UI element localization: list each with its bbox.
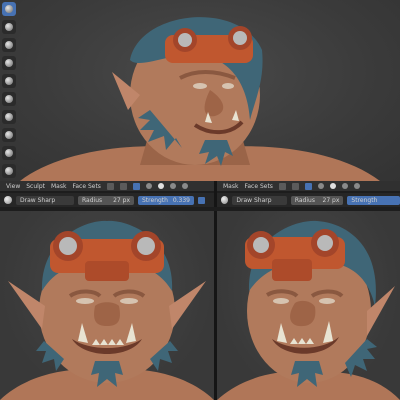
menu-mask[interactable]: Mask xyxy=(51,183,66,190)
strength-label: Strength xyxy=(142,196,168,204)
strength-label: Strength xyxy=(351,196,378,204)
blob-brush-icon-glyph xyxy=(5,113,13,121)
inflate-brush-icon-glyph xyxy=(5,95,13,103)
xray-toggle-icon[interactable] xyxy=(132,182,140,190)
rendered-shading-icon[interactable] xyxy=(181,183,188,189)
radius-value: 27 px xyxy=(113,196,130,204)
clay-strips-icon[interactable] xyxy=(2,56,16,70)
clay-brush-icon-glyph xyxy=(5,41,13,49)
radius-value: 27 px xyxy=(322,196,340,204)
strength-value: 0.339 xyxy=(172,196,190,204)
rendered-shading-icon[interactable] xyxy=(353,183,360,189)
clay-strips-icon-glyph xyxy=(5,59,13,67)
blob-brush-icon[interactable] xyxy=(2,110,16,124)
flatten-brush-icon[interactable] xyxy=(2,164,16,178)
wireframe-shading-icon[interactable] xyxy=(317,183,324,189)
layer-brush-icon-glyph xyxy=(5,77,13,85)
crease-brush-icon-glyph xyxy=(5,131,13,139)
draw-brush-icon-glyph xyxy=(5,23,13,31)
tool-settings-right: Draw Sharp Radius 27 px Strength xyxy=(217,193,400,207)
menu-sculpt[interactable]: Sculpt xyxy=(26,183,45,190)
menu-face-sets[interactable]: Face Sets xyxy=(244,183,272,190)
tool-shelf xyxy=(2,2,16,181)
overlay-icon[interactable] xyxy=(291,182,299,190)
viewport-top[interactable] xyxy=(0,0,400,181)
draw-sharp-brush-icon-glyph xyxy=(5,5,13,13)
draw-sharp-brush-icon[interactable] xyxy=(2,2,16,16)
solid-shading-icon[interactable] xyxy=(329,183,336,189)
orc-sculpt-three-quarter-view xyxy=(217,220,400,400)
pressure-toggle-icon[interactable] xyxy=(198,196,205,204)
clay-brush-icon[interactable] xyxy=(2,38,16,52)
brush-preview-icon[interactable] xyxy=(221,196,229,204)
material-shading-icon[interactable] xyxy=(341,183,348,189)
xray-toggle-icon[interactable] xyxy=(304,182,312,190)
brush-name-field[interactable]: Draw Sharp xyxy=(232,195,287,205)
tool-settings-left: Draw Sharp Radius 27 px Strength 0.339 xyxy=(0,193,214,207)
menu-view[interactable]: View xyxy=(6,183,20,190)
radius-field[interactable]: Radius 27 px xyxy=(290,195,344,205)
draw-brush-icon[interactable] xyxy=(2,20,16,34)
menu-face-sets[interactable]: Face Sets xyxy=(72,183,100,190)
radius-label: Radius xyxy=(294,196,315,204)
radius-field[interactable]: Radius 27 px xyxy=(78,195,134,205)
menu-mask[interactable]: Mask xyxy=(223,183,238,190)
viewport-bottom-left[interactable] xyxy=(0,211,214,400)
wireframe-shading-icon[interactable] xyxy=(145,183,152,189)
orc-sculpt-front-view xyxy=(0,220,214,400)
orc-sculpt-side-view xyxy=(20,17,380,181)
viewport-bottom-right[interactable] xyxy=(217,211,400,400)
material-shading-icon[interactable] xyxy=(169,183,176,189)
strength-field[interactable]: Strength 0.339 xyxy=(138,195,194,205)
viewport-header-left: View Sculpt Mask Face Sets xyxy=(0,181,214,191)
mirror-icon[interactable] xyxy=(106,182,114,190)
brush-name-field[interactable]: Draw Sharp xyxy=(16,195,74,205)
inflate-brush-icon[interactable] xyxy=(2,92,16,106)
crease-brush-icon[interactable] xyxy=(2,128,16,142)
brush-preview-icon[interactable] xyxy=(4,196,12,204)
viewport-header-right: Mask Face Sets xyxy=(217,181,400,191)
strength-field[interactable]: Strength xyxy=(347,195,400,205)
overlay-icon[interactable] xyxy=(119,182,127,190)
layer-brush-icon[interactable] xyxy=(2,74,16,88)
smooth-brush-icon-glyph xyxy=(5,149,13,157)
smooth-brush-icon[interactable] xyxy=(2,146,16,160)
radius-label: Radius xyxy=(82,196,103,204)
flatten-brush-icon-glyph xyxy=(5,167,13,175)
mirror-icon[interactable] xyxy=(278,182,286,190)
solid-shading-icon[interactable] xyxy=(157,183,164,189)
